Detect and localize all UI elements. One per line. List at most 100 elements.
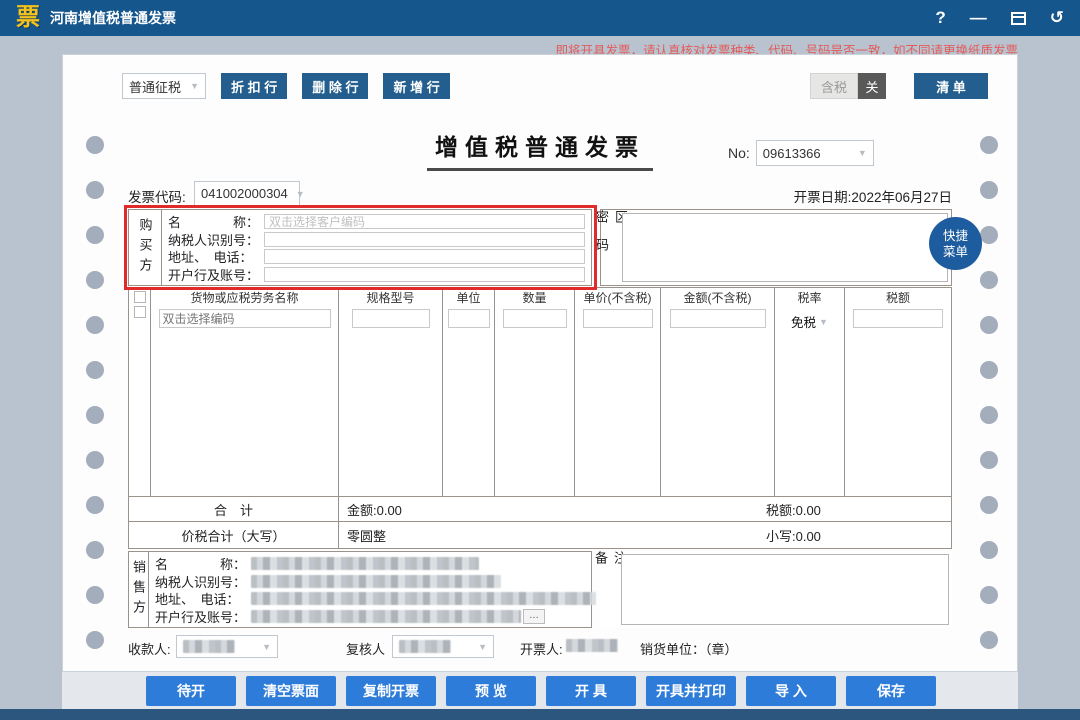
seller-taxid-label: 纳税人识别号： xyxy=(155,572,251,591)
seller-bank-more-button[interactable]: … xyxy=(523,609,545,624)
drawer-label: 开票人: xyxy=(520,639,563,658)
quick-menu-button[interactable]: 快捷 菜单 xyxy=(929,217,982,270)
list-button[interactable]: 清 单 xyxy=(914,73,988,99)
toolbar-right: 含税 关 清 单 xyxy=(810,73,988,99)
seller-name-label: 名 称： xyxy=(155,554,251,573)
bottom-strip xyxy=(0,709,1080,720)
delete-row-button[interactable]: 删 除 行 xyxy=(302,73,368,99)
discount-row-button[interactable]: 折 扣 行 xyxy=(221,73,287,99)
quantity-input[interactable] xyxy=(503,309,567,328)
seller-name-row: 名 称： xyxy=(155,555,596,572)
column-tax-rate: 税率 免税 ▼ xyxy=(775,288,845,496)
tax-rate-value: 免税 xyxy=(791,312,816,331)
total-words-value: 零圆整 xyxy=(339,526,386,545)
remark-box[interactable] xyxy=(621,554,949,625)
pending-button[interactable]: 待开 xyxy=(146,676,236,706)
titlebar: 票 河南增值税普通发票 ? — ↺ xyxy=(0,0,1080,36)
feed-hole xyxy=(86,226,104,244)
buyer-bank-input[interactable] xyxy=(264,267,585,282)
feed-hole xyxy=(86,451,104,469)
issue-and-print-button[interactable]: 开具并打印 xyxy=(646,676,736,706)
minimize-icon[interactable]: — xyxy=(970,8,987,28)
totals-row: 合 计 金额:0.00 税额:0.00 xyxy=(128,497,952,522)
tax-mode-value: 普通征税 xyxy=(129,77,181,96)
back-icon[interactable]: ↺ xyxy=(1050,8,1064,28)
add-row-button[interactable]: 新 增 行 xyxy=(383,73,449,99)
chevron-down-icon: ▼ xyxy=(850,148,867,158)
payee-select[interactable]: ▼ xyxy=(176,635,278,658)
seller-bank-row: 开户行及账号： … xyxy=(155,608,596,625)
reviewer-label: 复核人 xyxy=(346,639,385,658)
restore-window-icon[interactable] xyxy=(1011,12,1026,25)
seller-side-label: 销售方 xyxy=(129,552,149,627)
totals-amount: 金额:0.00 xyxy=(339,500,402,519)
seller-seal-label: 销货单位：（章） xyxy=(640,639,738,658)
tax-rate-select[interactable]: 免税 ▼ xyxy=(791,312,828,331)
buyer-name-row: 名 称： xyxy=(168,213,585,230)
chevron-down-icon: ▼ xyxy=(182,81,199,91)
seller-taxid-redacted xyxy=(251,575,501,588)
invoice-title: 增值税普通发票 xyxy=(427,128,653,171)
feed-hole xyxy=(86,136,104,154)
feed-hole xyxy=(86,586,104,604)
column-goods-name: 货物或应税劳务名称 xyxy=(151,288,339,496)
clear-form-button[interactable]: 清空票面 xyxy=(246,676,336,706)
reviewer-select[interactable]: ▼ xyxy=(392,635,494,658)
select-all-checkbox[interactable] xyxy=(134,291,146,303)
help-icon[interactable]: ? xyxy=(935,8,945,28)
password-area-label: 密码区 xyxy=(601,210,621,285)
feed-hole xyxy=(86,406,104,424)
tax-included-toggle[interactable]: 关 xyxy=(858,73,886,99)
buyer-name-input[interactable] xyxy=(264,214,585,229)
feed-hole xyxy=(980,451,998,469)
action-bar: 待开 清空票面 复制开票 预 览 开 具 开具并打印 导 入 保存 xyxy=(62,672,1018,709)
feed-hole xyxy=(980,586,998,604)
invoice-code-select[interactable]: 041002000304 ▼ xyxy=(194,181,300,206)
buyer-address-label: 地址、 电话： xyxy=(168,247,264,266)
drawer-redacted xyxy=(566,639,618,652)
feed-hole xyxy=(86,316,104,334)
invoice-no-group: No: 09613366 ▼ xyxy=(728,140,874,166)
import-button[interactable]: 导 入 xyxy=(746,676,836,706)
sign-row: 收款人: ▼ 复核人 ▼ 开票人: 销货单位：（章） xyxy=(128,634,952,660)
tax-mode-select[interactable]: 普通征税 ▼ xyxy=(122,73,206,99)
chevron-down-icon: ▼ xyxy=(470,642,487,652)
invoice-no-select[interactable]: 09613366 ▼ xyxy=(756,140,874,166)
save-button[interactable]: 保存 xyxy=(846,676,936,706)
column-tax: 税额 xyxy=(845,288,951,496)
buyer-address-input[interactable] xyxy=(264,249,585,264)
spec-input[interactable] xyxy=(352,309,430,328)
unit-input[interactable] xyxy=(448,309,490,328)
issue-button[interactable]: 开 具 xyxy=(546,676,636,706)
preview-button[interactable]: 预 览 xyxy=(446,676,536,706)
column-unit-price: 单价(不含税) xyxy=(575,288,661,496)
feed-hole xyxy=(86,361,104,379)
feed-hole xyxy=(980,406,998,424)
total-words-row: 价税合计（大写） 零圆整 小写:0.00 xyxy=(128,522,952,549)
goods-name-input[interactable] xyxy=(159,309,331,328)
seller-fields: 名 称： 纳税人识别号： 地址、 电话： 开户行及账号： … xyxy=(149,552,602,627)
invoice-no-value: 09613366 xyxy=(763,146,821,161)
row-checkbox[interactable] xyxy=(134,306,146,318)
feed-hole xyxy=(980,361,998,379)
feed-hole xyxy=(86,271,104,289)
feed-hole xyxy=(980,226,998,244)
tax-input[interactable] xyxy=(853,309,943,328)
app-logo-icon: 票 xyxy=(16,0,40,36)
copy-invoice-button[interactable]: 复制开票 xyxy=(346,676,436,706)
amount-input[interactable] xyxy=(670,309,766,328)
invoice-code-label: 发票代码: xyxy=(128,186,186,206)
buyer-taxid-label: 纳税人识别号： xyxy=(168,230,264,249)
buyer-taxid-input[interactable] xyxy=(264,232,585,247)
chevron-down-icon: ▼ xyxy=(288,189,305,199)
payee-redacted xyxy=(183,640,235,653)
column-amount: 金额(不含税) xyxy=(661,288,775,496)
buyer-name-label: 名 称： xyxy=(168,212,264,231)
seller-address-redacted xyxy=(251,592,596,605)
seller-name-redacted xyxy=(251,557,479,570)
quick-menu-line1: 快捷 xyxy=(943,228,968,244)
password-area-box xyxy=(622,213,948,282)
unit-price-input[interactable] xyxy=(583,309,653,328)
total-words-label: 价税合计（大写） xyxy=(129,522,339,548)
chevron-down-icon: ▼ xyxy=(819,317,828,327)
